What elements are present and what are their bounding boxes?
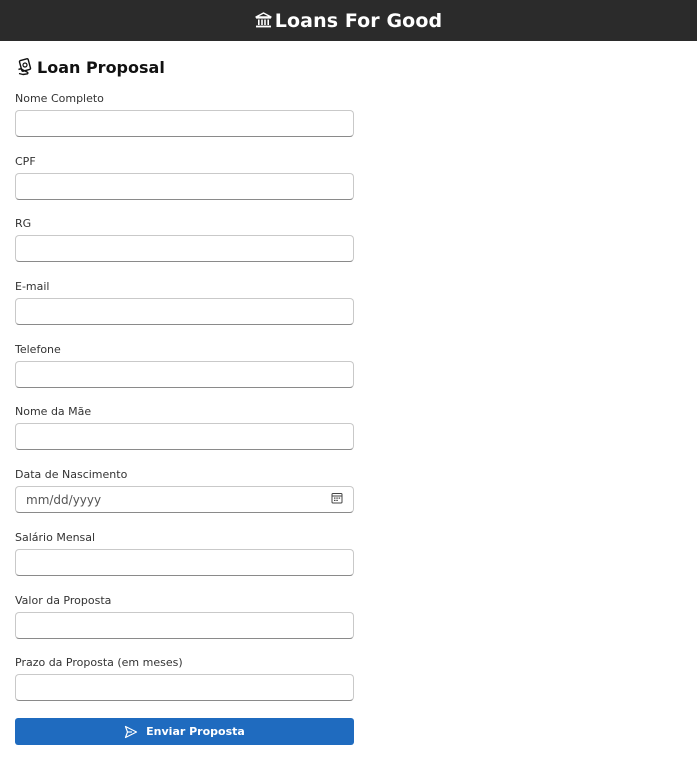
send-icon — [124, 725, 138, 739]
nome-da-mae-text[interactable] — [26, 429, 343, 444]
field-label: Data de Nascimento — [15, 468, 128, 482]
top-bar: Loans For Good — [0, 0, 697, 41]
page-title-text: Loan Proposal — [37, 57, 165, 77]
valor-da-proposta-text[interactable] — [26, 618, 343, 632]
cpf-input[interactable] — [15, 172, 354, 200]
valor-da-proposta-input[interactable] — [15, 611, 354, 639]
field-prazo-da-proposta: Prazo da Proposta (em meses) — [15, 656, 354, 719]
prazo-da-proposta-text[interactable] — [26, 680, 343, 695]
email-text[interactable] — [26, 304, 343, 319]
submit-label: Enviar Proposta — [146, 725, 245, 738]
field-label: Prazo da Proposta (em meses) — [15, 656, 183, 670]
field-label: CPF — [15, 154, 36, 168]
field-label: RG — [15, 217, 32, 231]
field-valor-da-proposta: Valor da Proposta — [15, 594, 354, 657]
nome-da-mae-input[interactable] — [15, 423, 354, 451]
field-label: Salário Mensal — [15, 530, 96, 544]
bank-icon — [255, 12, 272, 29]
rg-text[interactable] — [26, 241, 343, 256]
field-rg: RG — [15, 217, 354, 280]
field-nome-completo: Nome Completo — [15, 92, 354, 155]
field-label: Nome da Mãe — [15, 405, 92, 419]
field-label: Nome Completo — [15, 92, 104, 105]
nome-completo-input[interactable] — [15, 110, 354, 137]
salario-mensal-text[interactable] — [26, 555, 343, 570]
telefone-input[interactable] — [15, 360, 354, 388]
field-label: Valor da Proposta — [15, 593, 112, 607]
field-telefone: Telefone — [15, 343, 354, 406]
brand-title: Loans For Good — [274, 9, 443, 32]
calendar-icon[interactable] — [331, 492, 343, 507]
prazo-da-proposta-input[interactable] — [15, 674, 354, 702]
loan-proposal-form: Nome Completo CPF RG E-mail Telefone Nom… — [15, 92, 354, 745]
salario-mensal-input[interactable] — [15, 548, 354, 576]
field-nome-da-mae: Nome da Mãe — [15, 405, 354, 468]
main-content: Loan Proposal Nome Completo CPF RG E-mai… — [15, 55, 354, 745]
cpf-text[interactable] — [26, 179, 343, 194]
field-label: E-mail — [15, 280, 50, 294]
rg-input[interactable] — [15, 235, 354, 263]
field-data-de-nascimento: Data de Nascimento mm/dd/yyyy — [15, 468, 354, 531]
data-de-nascimento-input[interactable]: mm/dd/yyyy — [15, 486, 354, 514]
money-hand-icon — [17, 58, 35, 76]
field-label: Telefone — [15, 342, 61, 356]
submit-proposal-button[interactable]: Enviar Proposta — [15, 718, 354, 745]
email-input[interactable] — [15, 298, 354, 326]
date-placeholder: mm/dd/yyyy — [26, 492, 102, 507]
field-salario-mensal: Salário Mensal — [15, 531, 354, 594]
field-email: E-mail — [15, 280, 354, 343]
field-cpf: CPF — [15, 155, 354, 218]
brand: Loans For Good — [255, 10, 442, 32]
page-title: Loan Proposal — [17, 55, 354, 79]
nome-completo-text[interactable] — [26, 116, 343, 131]
telefone-text[interactable] — [26, 367, 343, 382]
